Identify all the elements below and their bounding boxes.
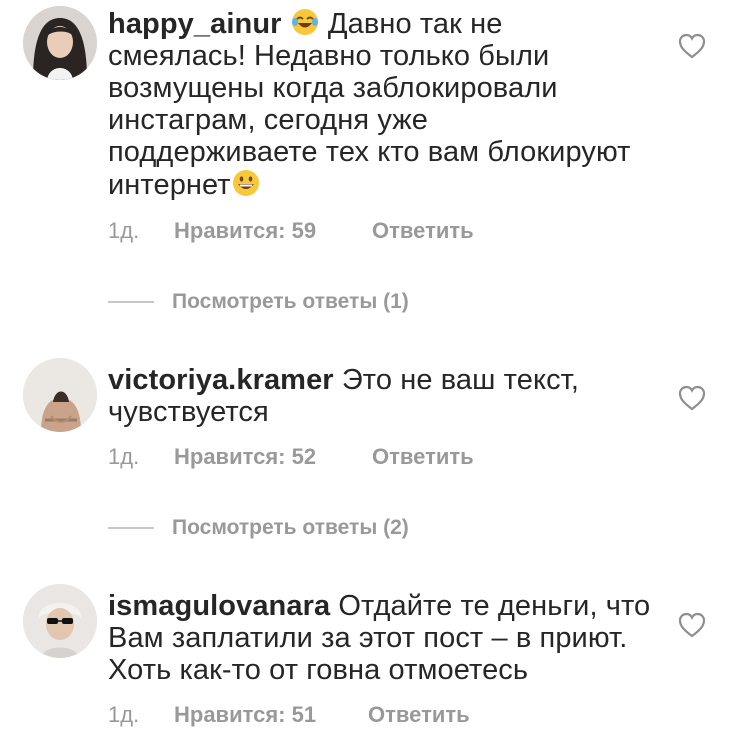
comment-meta: 1д. Нравится: 51 Ответить (108, 702, 470, 728)
comment-text-line: Хоть как-то от говна отмоетесь (108, 654, 529, 686)
comment-likes[interactable]: Нравится: 59 (174, 218, 372, 244)
comment-body: victoriya.kramer Это не ваш текст, чувст… (108, 364, 668, 428)
reply-button[interactable]: Ответить (372, 218, 474, 244)
comment-body: happy_ainur Давно так не смеялась! Недав… (108, 7, 668, 201)
avatar[interactable] (23, 6, 97, 80)
comment-body: ismagulovanara Отдайте те деньги, что Ва… (108, 590, 668, 686)
comment-likes[interactable]: Нравится: 51 (174, 702, 368, 728)
reply-button[interactable]: Ответить (368, 702, 470, 728)
avatar-image (23, 6, 97, 80)
comment-likes[interactable]: Нравится: 52 (174, 444, 372, 470)
avatar[interactable] (23, 358, 97, 432)
view-replies-label: Посмотреть ответы (2) (172, 516, 409, 539)
comment-username[interactable]: victoriya.kramer (108, 364, 334, 396)
comment-text-line: Отдайте те деньги, что (338, 590, 651, 622)
comment-text-line: поддерживаете тех кто вам блокируют (108, 136, 631, 168)
comment-text-line: Давно так не (327, 8, 503, 40)
grinning-emoji (231, 168, 261, 198)
like-heart-icon[interactable] (676, 383, 708, 413)
comment-time: 1д. (108, 702, 140, 727)
view-replies-label: Посмотреть ответы (1) (172, 290, 409, 313)
divider-line (108, 301, 154, 303)
like-heart-icon[interactable] (676, 610, 708, 640)
view-replies-button[interactable]: Посмотреть ответы (2) (108, 516, 409, 540)
tears-of-joy-emoji (290, 7, 320, 37)
comment-meta: 1д. Нравится: 52 Ответить (108, 444, 474, 470)
comment-username[interactable]: ismagulovanara (108, 590, 330, 622)
comment-username[interactable]: happy_ainur (108, 8, 282, 40)
comment-meta: 1д. Нравится: 59 Ответить (108, 218, 474, 244)
view-replies-button[interactable]: Посмотреть ответы (1) (108, 290, 409, 314)
avatar-image (23, 584, 97, 658)
divider-line (108, 527, 154, 529)
avatar[interactable] (23, 584, 97, 658)
comment-text-line: интернет (108, 169, 231, 201)
comment-text-line: возмущены когда заблокировали (108, 72, 558, 104)
comment-text-line: чувствуется (108, 396, 269, 428)
avatar-image (23, 358, 97, 432)
reply-button[interactable]: Ответить (372, 444, 474, 470)
comment-time: 1д. (108, 444, 140, 469)
like-heart-icon[interactable] (676, 31, 708, 61)
comment-text-line: Это не ваш текст, (341, 364, 580, 396)
comment-time: 1д. (108, 218, 140, 243)
comment-text-line: смеялась! Недавно только были (108, 40, 550, 72)
comment-text-line: Вам заплатили за этот пост – в приют. (108, 622, 628, 654)
comment-text-line: инстаграм, сегодня уже (108, 104, 428, 136)
